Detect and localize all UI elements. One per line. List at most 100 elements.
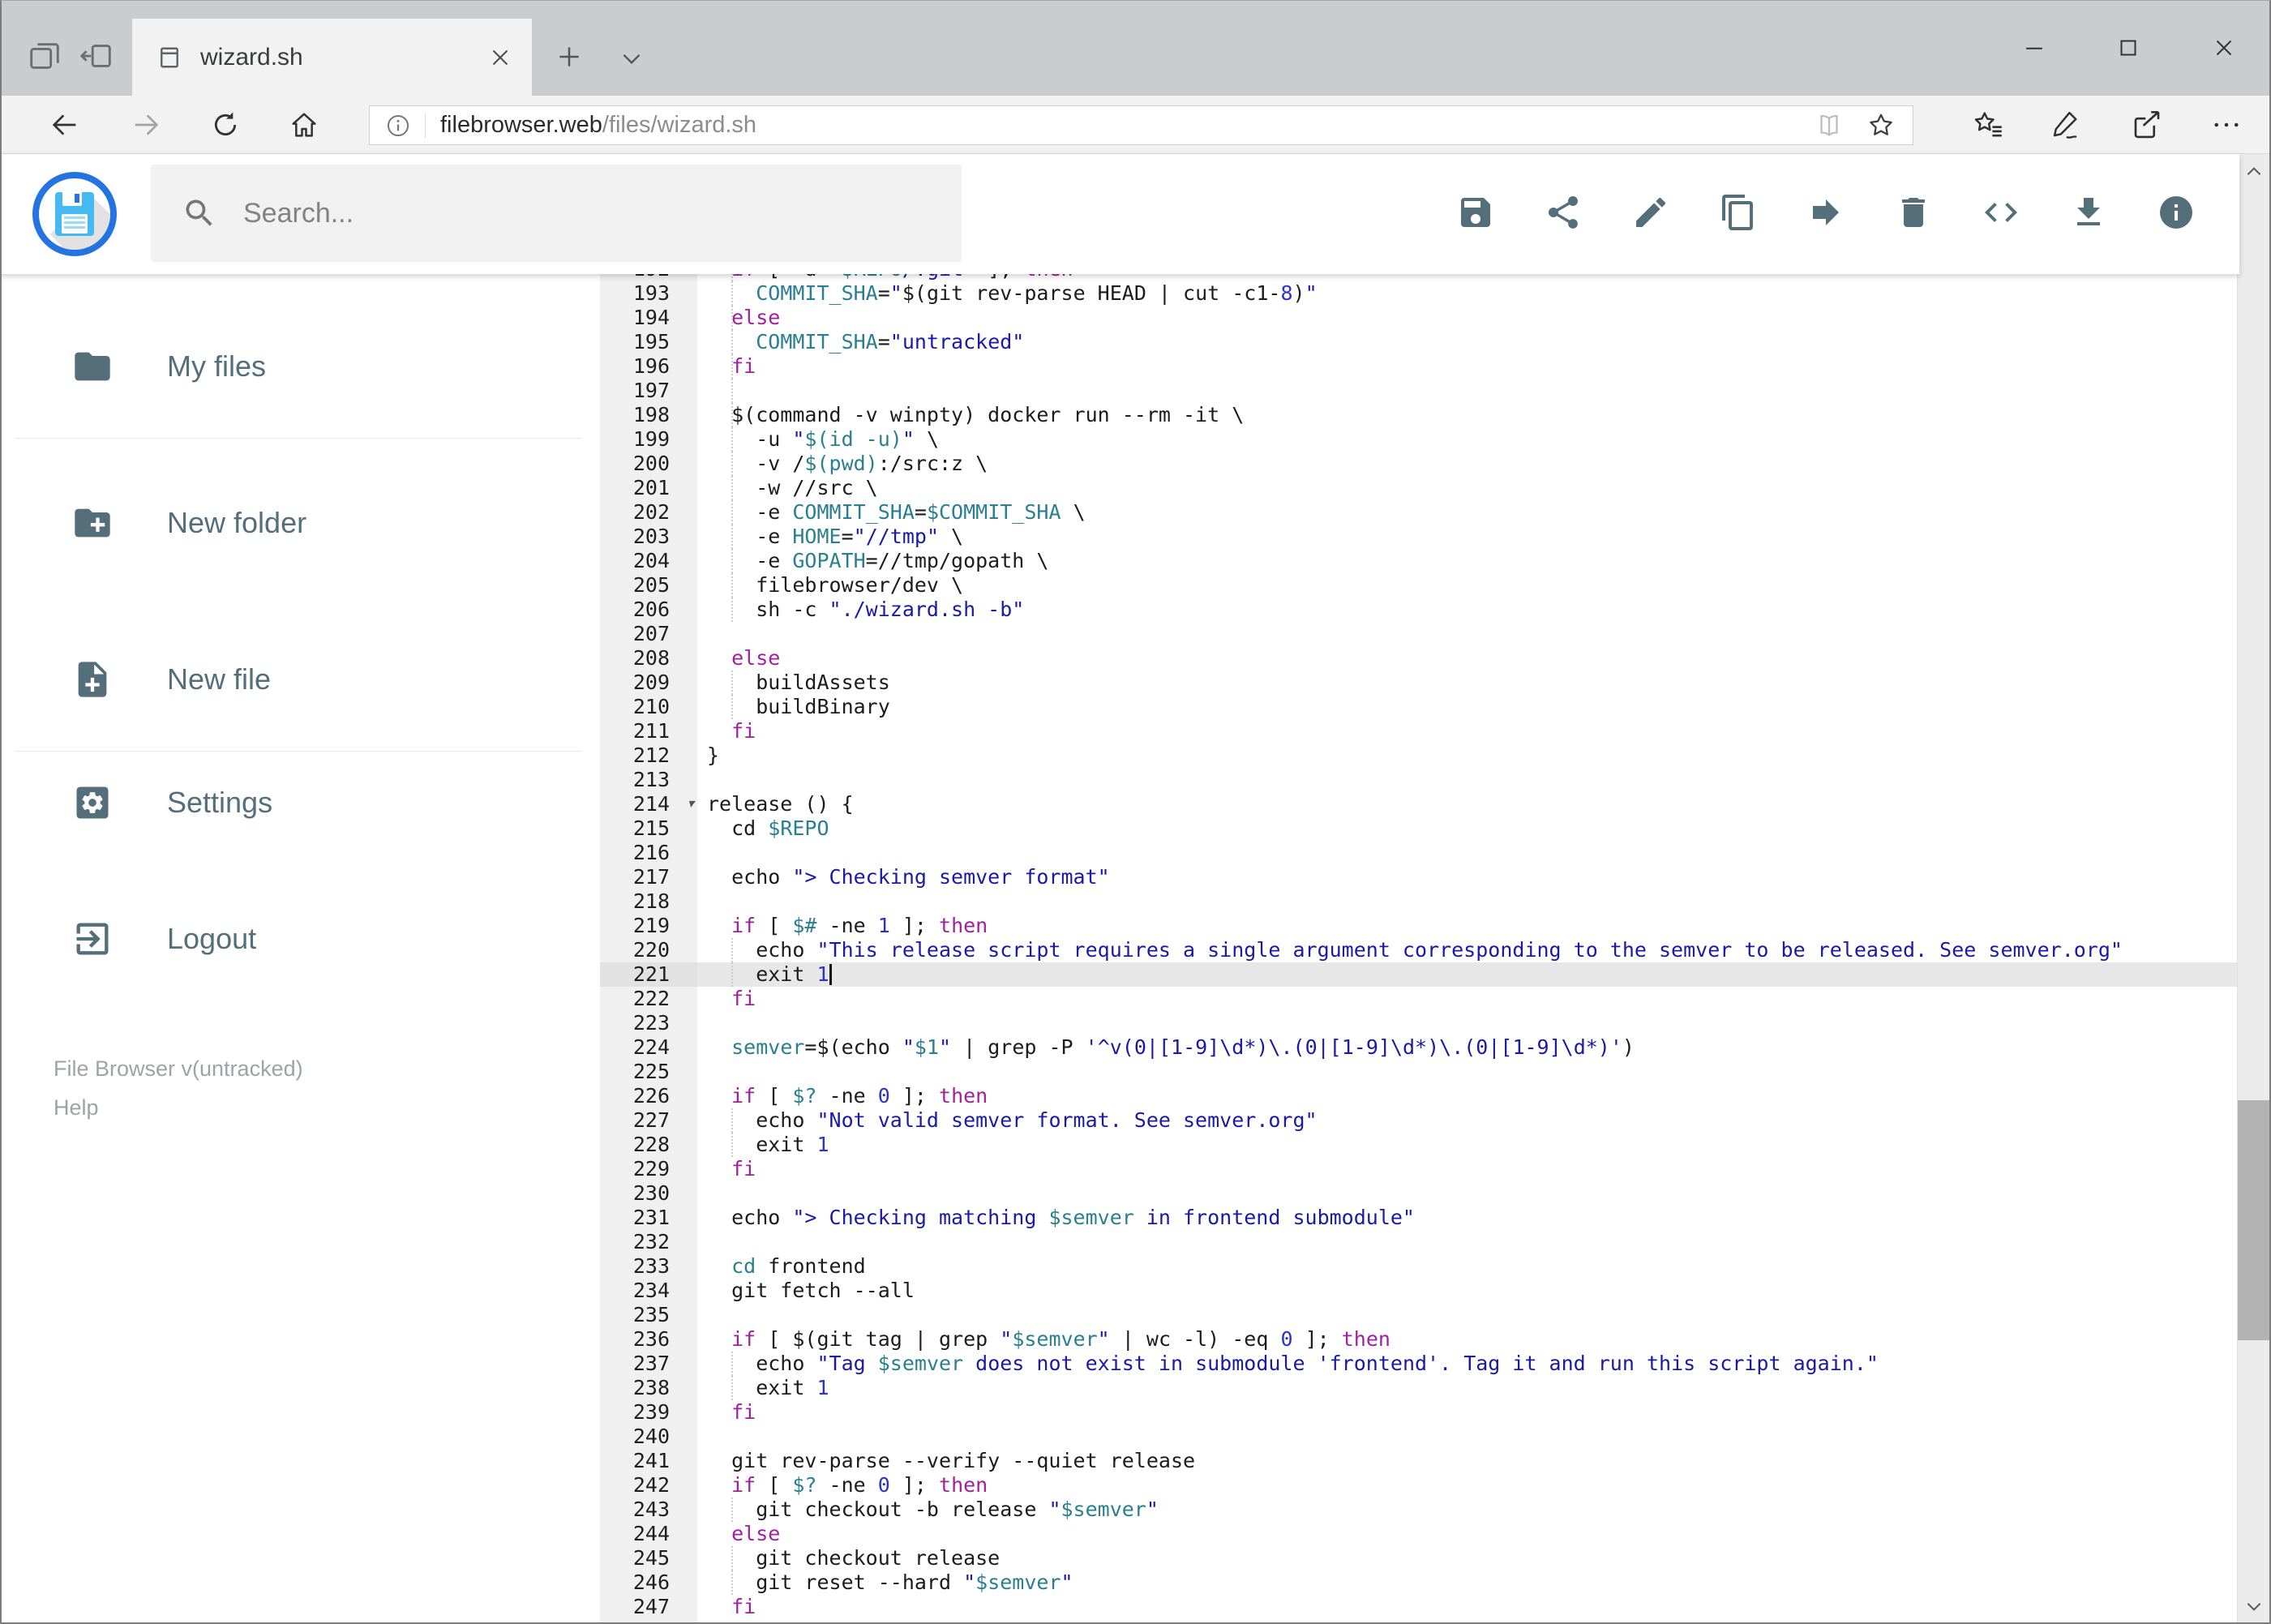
line-number: 229	[632, 1157, 670, 1181]
page-favicon-icon	[155, 43, 184, 72]
line-number: 234	[632, 1279, 670, 1302]
line-number: 222	[632, 987, 670, 1010]
code-line: 234 git fetch --all	[600, 1279, 2239, 1303]
address-bar[interactable]: filebrowser.web/files/wizard.sh	[369, 105, 1913, 145]
folder-icon	[71, 345, 114, 388]
file-plus-icon	[71, 658, 114, 701]
move-button[interactable]	[1806, 193, 1845, 232]
file-actions	[1456, 193, 2196, 232]
help-link[interactable]: Help	[54, 1088, 303, 1127]
refresh-button[interactable]	[209, 109, 242, 141]
tab-menu-chevron-icon[interactable]	[616, 42, 647, 73]
code-line: 197	[600, 379, 2239, 403]
line-number: 194	[632, 306, 670, 329]
line-number: 208	[632, 646, 670, 670]
code-line: 196 fi	[600, 354, 2239, 379]
line-number: 238	[632, 1376, 670, 1399]
sidebar-item-new-file[interactable]: New file	[0, 645, 600, 713]
settings-icon	[71, 782, 114, 824]
more-menu-icon[interactable]	[2209, 108, 2243, 142]
fold-marker-icon[interactable]: ▾	[688, 792, 694, 816]
line-number: 218	[632, 889, 670, 913]
code-line: 204 -e GOPATH=//tmp/gopath \	[600, 549, 2239, 573]
hub-favorites-icon[interactable]	[1972, 108, 2006, 142]
download-button[interactable]	[2069, 193, 2108, 232]
line-number: 242	[632, 1473, 670, 1497]
code-line: 207	[600, 622, 2239, 646]
code-line: 239 fi	[600, 1400, 2239, 1425]
code-line: 242 if [ $? -ne 0 ]; then	[600, 1473, 2239, 1498]
sidebar-item-my-files[interactable]: My files	[0, 332, 600, 401]
sidebar-item-settings[interactable]: Settings	[0, 769, 600, 837]
line-number: 224	[632, 1035, 670, 1059]
line-number: 247	[632, 1595, 670, 1618]
sidebar-divider	[15, 751, 582, 752]
share-page-icon[interactable]	[2130, 108, 2164, 142]
line-number: 245	[632, 1546, 670, 1570]
line-number: 209	[632, 671, 670, 694]
scroll-up-arrow-icon[interactable]	[2238, 156, 2269, 188]
forward-button[interactable]	[130, 109, 162, 141]
search-icon	[182, 195, 217, 231]
copy-button[interactable]	[1719, 193, 1758, 232]
line-number: 193	[632, 281, 670, 305]
window-close-button[interactable]	[2210, 34, 2238, 62]
code-line: 243 git checkout -b release "$semver"	[600, 1498, 2239, 1522]
edit-button[interactable]	[1631, 193, 1670, 232]
code-line: 206 sh -c "./wizard.sh -b"	[600, 598, 2239, 622]
sidebar-divider	[15, 438, 582, 439]
code-line: 199 -u "$(id -u)" \	[600, 427, 2239, 452]
sidebar-item-new-folder[interactable]: New folder	[0, 489, 600, 557]
code-editor[interactable]: 192 if [ -d "$REPO/.git" ]; then193 COMM…	[600, 154, 2239, 1624]
tab-close-icon[interactable]	[486, 44, 514, 71]
line-number: 241	[632, 1449, 670, 1472]
editor-scrollbar[interactable]	[2237, 154, 2269, 1622]
tab-preview-icon[interactable]	[26, 37, 63, 75]
site-info-icon[interactable]	[384, 112, 412, 139]
set-aside-tabs-icon[interactable]	[78, 37, 115, 75]
code-button[interactable]	[1982, 193, 2020, 232]
line-number: 212	[632, 743, 670, 767]
code-line: 211 fi	[600, 719, 2239, 743]
reading-view-icon[interactable]	[1814, 110, 1845, 141]
annotate-pen-icon[interactable]	[2049, 108, 2083, 142]
line-number: 226	[632, 1084, 670, 1108]
code-line: 229 fi	[600, 1157, 2239, 1181]
browser-navbar: filebrowser.web/files/wizard.sh	[0, 96, 2271, 154]
code-line: 236 if [ $(git tag | grep "$semver" | wc…	[600, 1327, 2239, 1352]
code-line: 216	[600, 841, 2239, 865]
save-button[interactable]	[1456, 193, 1495, 232]
back-button[interactable]	[49, 109, 81, 141]
line-number: 231	[632, 1206, 670, 1229]
favorite-star-icon[interactable]	[1866, 110, 1896, 141]
line-number: 211	[632, 719, 670, 743]
code-line: 210 buildBinary	[600, 695, 2239, 719]
code-line: 212}	[600, 743, 2239, 768]
code-line: 201 -w //src \	[600, 476, 2239, 500]
scroll-down-arrow-icon[interactable]	[2238, 1590, 2269, 1622]
line-number: 223	[632, 1011, 670, 1035]
line-number: 221	[600, 962, 697, 987]
code-line: 219 if [ $# -ne 1 ]; then	[600, 914, 2239, 938]
new-tab-button[interactable]	[553, 41, 585, 73]
browser-tab[interactable]: wizard.sh	[132, 19, 532, 96]
sidebar-item-logout[interactable]: Logout	[0, 905, 600, 973]
search-box[interactable]	[151, 165, 962, 262]
line-number: 236	[632, 1327, 670, 1351]
share-button[interactable]	[1544, 193, 1583, 232]
sidebar-item-label: New file	[167, 662, 272, 696]
line-number: 216	[632, 841, 670, 864]
scrollbar-thumb[interactable]	[2238, 1100, 2269, 1340]
code-line: 221 exit 1	[600, 962, 2239, 987]
window-minimize-button[interactable]	[2020, 34, 2048, 62]
delete-button[interactable]	[1894, 193, 1933, 232]
sidebar-item-label: Settings	[167, 786, 273, 819]
line-number: 230	[632, 1181, 670, 1205]
search-input[interactable]	[242, 196, 962, 230]
window-maximize-button[interactable]	[2115, 34, 2142, 62]
info-button[interactable]	[2157, 193, 2196, 232]
filebrowser-logo[interactable]	[32, 172, 117, 256]
home-button[interactable]	[288, 109, 320, 141]
line-number: 197	[632, 379, 670, 402]
code-line: 209 buildAssets	[600, 671, 2239, 695]
